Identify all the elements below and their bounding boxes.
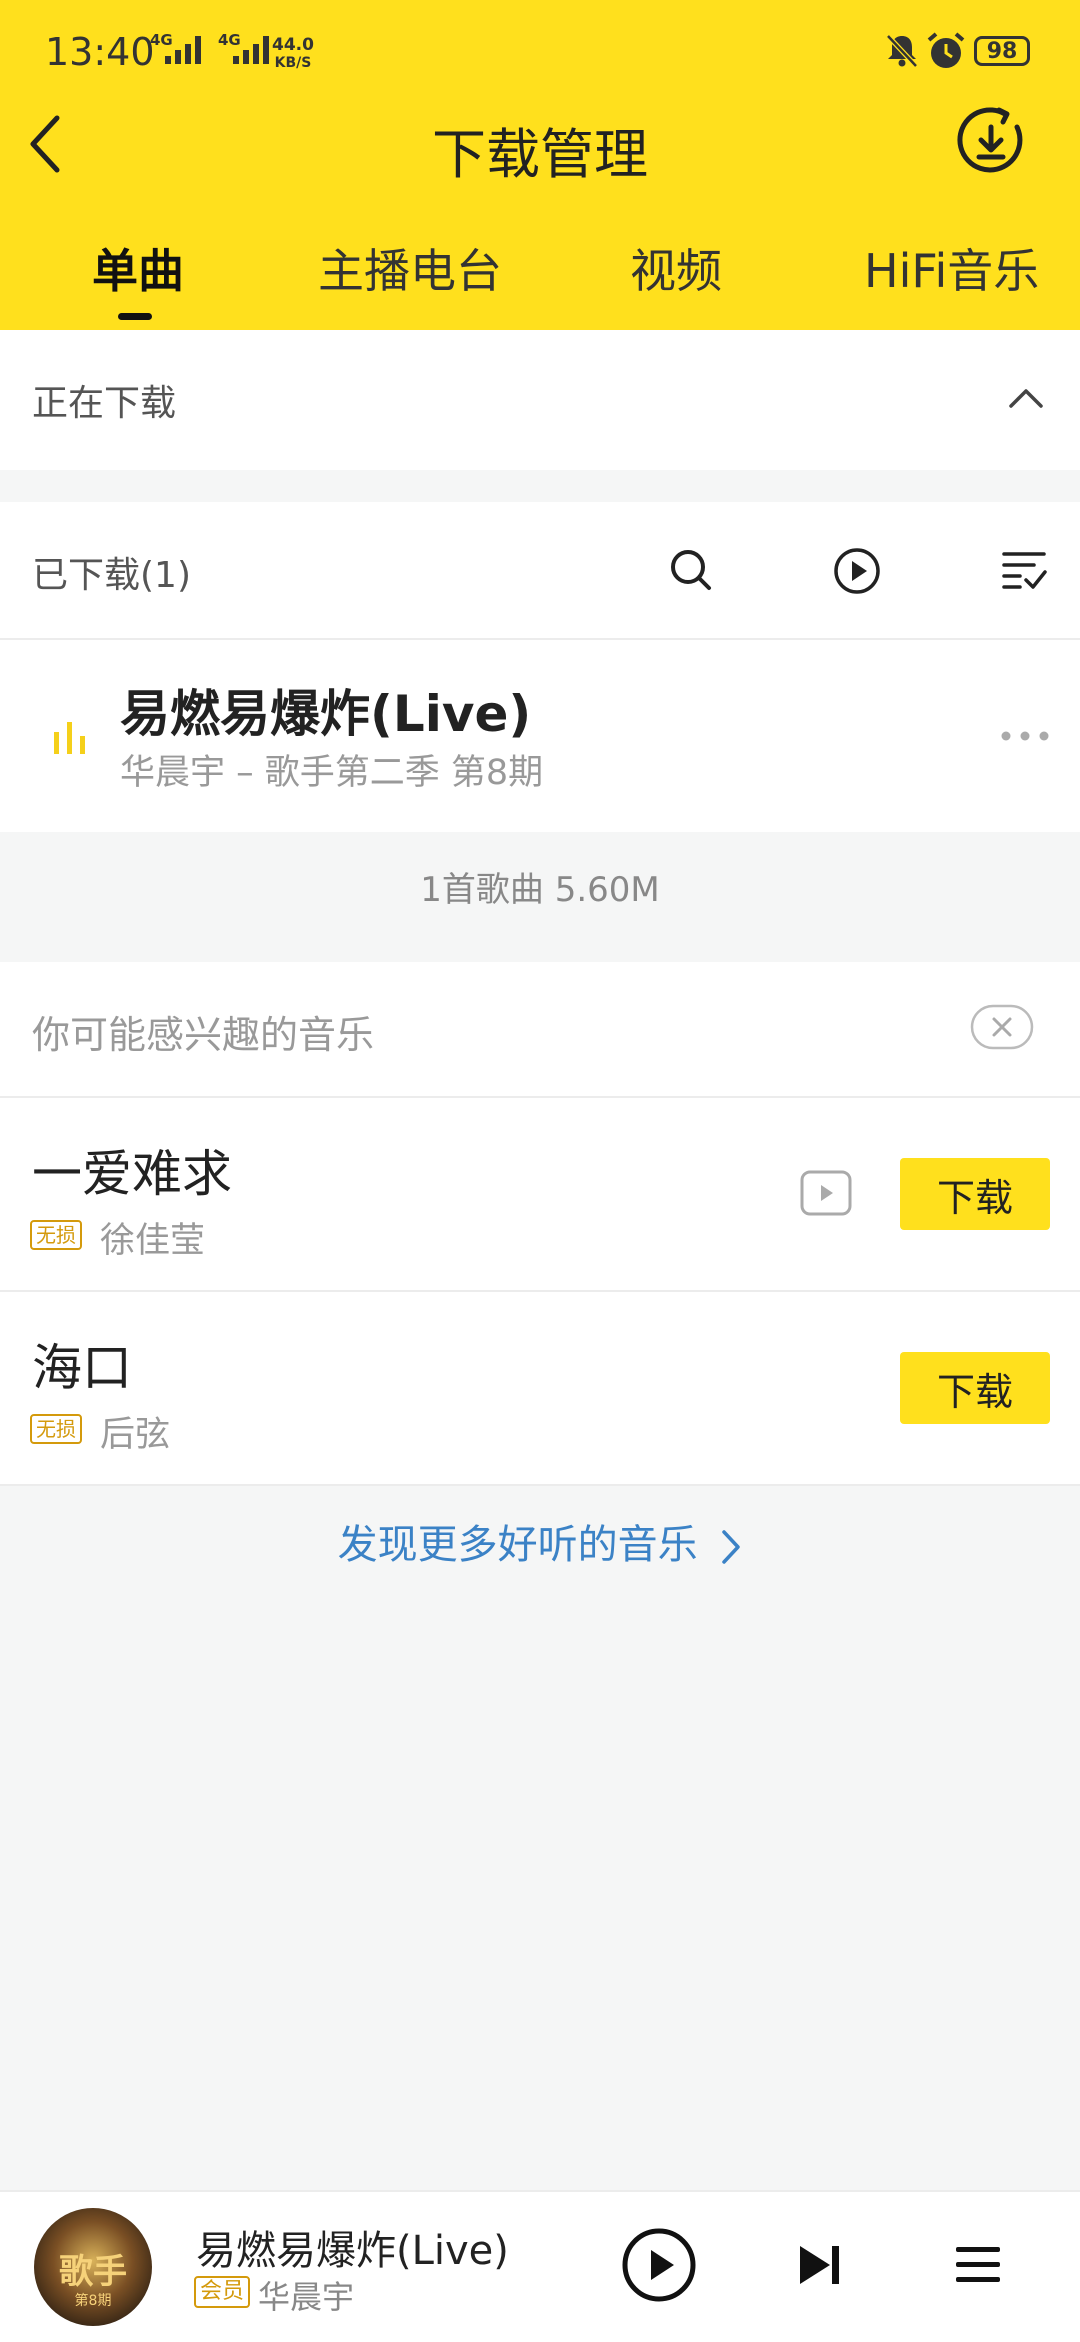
recommend-song-row[interactable]: 海口 无损 后弦 下载: [0, 1292, 1080, 1484]
chevron-up-icon[interactable]: [1008, 386, 1044, 410]
song-artist: 后弦: [100, 1415, 171, 1455]
alarm-icon: [927, 32, 965, 68]
download-refresh-icon[interactable]: [955, 105, 1027, 177]
chevron-right-icon: [722, 1530, 741, 1564]
manage-list-icon[interactable]: [1000, 548, 1048, 592]
album-cover-text: 歌手: [59, 2252, 127, 2292]
tab-radio[interactable]: 主播电台: [318, 235, 502, 301]
network-speed: 44.0 KB/S: [272, 36, 314, 72]
recommend-header: 你可能感兴趣的音乐: [0, 962, 1080, 1096]
discover-more-link[interactable]: 发现更多好听的音乐: [0, 1512, 1080, 1570]
active-tab-indicator: [118, 313, 152, 320]
recommend-song-row[interactable]: 一爱难求 无损 徐佳莹 下载: [0, 1098, 1080, 1290]
song-title: 一爱难求: [32, 1145, 232, 1203]
signal-icon-2: [233, 36, 269, 64]
play-all-icon[interactable]: [832, 546, 882, 596]
player-artist: 华晨宇: [258, 2278, 355, 2316]
status-bar: 13:40 4G 4G 44.0 KB/S 98: [0, 0, 1080, 100]
divider: [0, 1484, 1080, 1486]
downloading-section[interactable]: 正在下载: [0, 330, 1080, 470]
lossless-badge: 无损: [30, 1220, 82, 1250]
download-button[interactable]: 下载: [900, 1158, 1050, 1230]
title-bar: 下载管理: [0, 100, 1080, 190]
tab-video[interactable]: 视频: [630, 235, 722, 301]
page-title: 下载管理: [432, 123, 648, 186]
battery-indicator: 98: [974, 36, 1030, 66]
vip-badge: 会员: [194, 2276, 251, 2308]
next-track-icon[interactable]: [796, 2242, 844, 2288]
status-time: 13:40: [45, 30, 155, 74]
tab-bar: 单曲 主播电台 视频 HiFi音乐: [0, 225, 1080, 320]
album-cover-subtext: 第8期: [74, 2293, 112, 2309]
downloaded-label: 已下载(1): [32, 555, 191, 596]
network-speed-unit: KB/S: [274, 55, 312, 71]
tab-hifi[interactable]: HiFi音乐: [864, 235, 1039, 301]
tab-singles[interactable]: 单曲: [92, 235, 184, 301]
recommend-label: 你可能感兴趣的音乐: [32, 1013, 375, 1057]
download-summary: 1首歌曲 5.60M: [420, 870, 660, 910]
mini-player[interactable]: 歌手 第8期 易燃易爆炸(Live) 会员 华晨宇: [0, 2190, 1080, 2342]
network-speed-value: 44.0: [272, 35, 314, 55]
play-icon[interactable]: [620, 2226, 698, 2304]
downloading-label: 正在下载: [32, 383, 177, 424]
mv-video-icon[interactable]: [800, 1170, 852, 1216]
song-title: 海口: [32, 1339, 132, 1397]
search-icon[interactable]: [668, 547, 714, 593]
mute-bell-icon: [886, 34, 918, 68]
more-options-icon[interactable]: [1000, 730, 1050, 742]
album-cover[interactable]: 歌手 第8期: [34, 2208, 152, 2326]
download-button[interactable]: 下载: [900, 1352, 1050, 1424]
close-icon[interactable]: [970, 1004, 1034, 1050]
song-subtitle: 华晨宇 – 歌手第二季 第8期: [120, 753, 544, 793]
playlist-icon[interactable]: [954, 2244, 1002, 2286]
signal-icon-1: [165, 36, 201, 64]
downloaded-header: 已下载(1): [0, 502, 1080, 638]
song-title: 易燃易爆炸(Live): [120, 685, 532, 743]
downloaded-song-row[interactable]: 易燃易爆炸(Live) 华晨宇 – 歌手第二季 第8期: [0, 640, 1080, 832]
lossless-badge: 无损: [30, 1414, 82, 1444]
playing-equalizer-icon: [54, 722, 85, 754]
song-artist: 徐佳莹: [100, 1221, 206, 1261]
player-song-title: 易燃易爆炸(Live): [196, 2228, 509, 2274]
discover-more-label: 发现更多好听的音乐: [337, 1522, 698, 1568]
